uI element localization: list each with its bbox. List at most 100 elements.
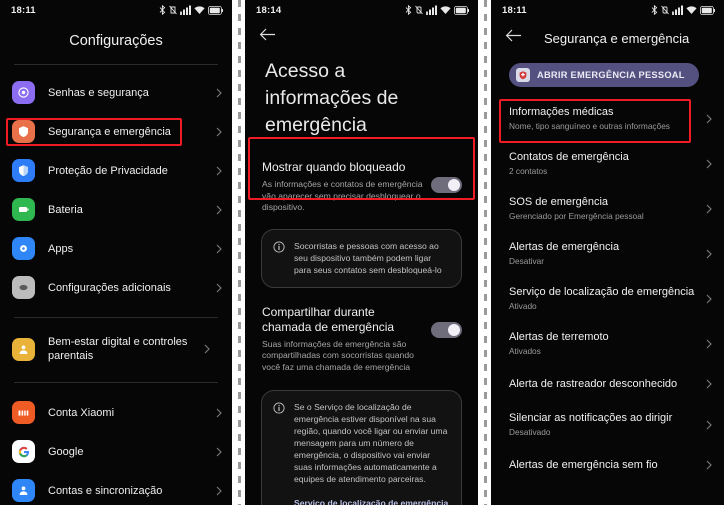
- sidebar-item-apps[interactable]: Apps: [0, 229, 232, 268]
- sidebar-item-label: Proteção de Privacidade: [48, 164, 168, 177]
- phone-screen-settings: 18:11 Configurações Senhas e segurança S…: [0, 0, 232, 505]
- list-item-informacoes-medicas[interactable]: Informações médicas Nome, tipo sanguíneo…: [491, 96, 724, 141]
- sidebar-item-configuracoes-adicionais[interactable]: Configurações adicionais: [0, 268, 232, 307]
- list-item-text: Informações médicas Nome, tipo sanguíneo…: [509, 105, 700, 132]
- list-item-text: Alertas de terremoto Ativados: [509, 330, 700, 357]
- sidebar-item-bateria[interactable]: Bateria: [0, 190, 232, 229]
- info-icon: [273, 240, 285, 276]
- list-item-title: Alertas de terremoto: [509, 331, 609, 343]
- status-clock: 18:14: [256, 4, 282, 16]
- setting-mostrar-quando-bloqueado[interactable]: Mostrar quando bloqueado As informações …: [245, 153, 478, 224]
- battery-icon: [454, 5, 469, 15]
- info-text: Socorristas e pessoas com acesso ao seu …: [294, 240, 442, 275]
- emergency-settings-list: Informações médicas Nome, tipo sanguíneo…: [491, 96, 724, 483]
- settings-group-3: Conta Xiaomi Google Contas e sincronizaç…: [0, 383, 232, 505]
- status-icons: [405, 5, 469, 15]
- list-item-title: Serviço de localização de emergência: [509, 286, 695, 298]
- list-item-title: Alerta de rastreador desconhecido: [509, 378, 678, 390]
- info-box-socorristas: Socorristas e pessoas com acesso ao seu …: [261, 228, 462, 288]
- sidebar-item-conta-xiaomi[interactable]: Conta Xiaomi: [0, 393, 232, 432]
- status-clock: 18:11: [11, 4, 36, 16]
- back-button-panel3[interactable]: [505, 28, 522, 48]
- chevron-right-icon: [216, 88, 222, 98]
- info-body: Se o Serviço de localização de emergênci…: [294, 401, 449, 505]
- list-item-subtitle: Nome, tipo sanguíneo e outras informaçõe…: [509, 121, 670, 131]
- wifi-icon: [686, 5, 697, 15]
- chevron-right-icon: [216, 486, 222, 496]
- info-box-servico-localizacao: Se o Serviço de localização de emergênci…: [261, 390, 462, 505]
- battery-settings-icon: [12, 198, 35, 221]
- list-item-title: Silenciar as notificações ao dirigir: [509, 412, 673, 424]
- wifi-icon: [194, 5, 205, 15]
- chevron-right-icon: [706, 460, 712, 470]
- status-bar-panel1: 18:11: [0, 0, 232, 20]
- toggle-compartilhar-durante-chamada[interactable]: [431, 321, 462, 338]
- phone-screen-safety-emergency: 18:11 Segurança e emergência ABRIR EMERG…: [491, 0, 724, 505]
- chevron-right-icon: [706, 204, 712, 214]
- app-bar-panel3: Segurança e emergência: [491, 20, 724, 54]
- list-item-text: Serviço de localização de emergência Ati…: [509, 285, 700, 312]
- abrir-emergencia-pessoal-label: ABRIR EMERGÊNCIA PESSOAL: [537, 70, 685, 80]
- battery-icon: [208, 5, 223, 15]
- abrir-emergencia-pessoal-button[interactable]: ABRIR EMERGÊNCIA PESSOAL: [509, 63, 699, 87]
- safety-emergency-icon: [12, 120, 35, 143]
- status-icons: [651, 5, 715, 15]
- emergency-location-service-link[interactable]: Serviço de localização de emergência: [294, 498, 449, 505]
- list-item-subtitle: Ativado: [509, 301, 537, 311]
- list-item-title: Alertas de emergência sem fio: [509, 459, 658, 471]
- signal-icon: [426, 5, 437, 15]
- list-item-subtitle: Desativado: [509, 427, 551, 437]
- signal-icon: [180, 5, 191, 15]
- list-item-title: Informações médicas: [509, 106, 614, 118]
- list-item-silenciar-as-notificacoes-ao-dirigir[interactable]: Silenciar as notificações ao dirigir Des…: [491, 402, 724, 447]
- list-item-alerta-de-rastreador-desconhecido[interactable]: Alerta de rastreador desconhecido: [491, 366, 724, 402]
- list-item-alertas-de-terremoto[interactable]: Alertas de terremoto Ativados: [491, 321, 724, 366]
- list-item-alertas-de-emergencia-sem-fio[interactable]: Alertas de emergência sem fio: [491, 447, 724, 483]
- chevron-right-icon: [216, 166, 222, 176]
- bluetooth-icon: [159, 5, 166, 15]
- list-item-text: Contatos de emergência 2 contatos: [509, 150, 700, 177]
- panel-separator-1: [232, 0, 245, 505]
- chevron-right-icon: [216, 408, 222, 418]
- list-item-subtitle: Gerenciado por Emergência pessoal: [509, 211, 644, 221]
- list-item-alertas-de-emergencia[interactable]: Alertas de emergência Desativar: [491, 231, 724, 276]
- status-bar-panel2: 18:14: [245, 0, 478, 20]
- password-security-icon: [12, 81, 35, 104]
- chevron-right-icon: [706, 339, 712, 349]
- info-body: Socorristas e pessoas com acesso ao seu …: [294, 240, 449, 276]
- back-arrow-icon: [259, 27, 478, 42]
- vibrate-icon: [661, 5, 669, 15]
- info-icon: [273, 401, 285, 505]
- status-bar-panel3: 18:11: [491, 0, 724, 20]
- battery-icon: [700, 5, 715, 15]
- toggle-mostrar-quando-bloqueado[interactable]: [431, 177, 462, 193]
- chevron-right-icon: [216, 244, 222, 254]
- sidebar-item-bem-estar-digital[interactable]: Bem-estar digital e controles parentais: [0, 327, 232, 371]
- list-item-text: Alertas de emergência Desativar: [509, 240, 700, 267]
- chevron-right-icon: [706, 114, 712, 124]
- status-icons: [159, 5, 223, 15]
- list-item-servico-de-localizacao-de-emergencia[interactable]: Serviço de localização de emergência Ati…: [491, 276, 724, 321]
- chevron-right-icon: [706, 420, 712, 430]
- sidebar-item-label: Google: [48, 445, 84, 458]
- page-title: Configurações: [69, 33, 163, 49]
- list-item-subtitle: Ativados: [509, 346, 541, 356]
- sidebar-item-senhas-e-seguranca[interactable]: Senhas e segurança: [0, 73, 232, 112]
- list-item-contatos-de-emergencia[interactable]: Contatos de emergência 2 contatos: [491, 141, 724, 186]
- chevron-right-icon: [204, 344, 210, 354]
- list-item-title: Alertas de emergência: [509, 241, 620, 253]
- list-item-sos-de-emergencia[interactable]: SOS de emergência Gerenciado por Emergên…: [491, 186, 724, 231]
- sidebar-item-protecao-de-privacidade[interactable]: Proteção de Privacidade: [0, 151, 232, 190]
- sidebar-item-google[interactable]: Google: [0, 432, 232, 471]
- setting-compartilhar-durante-chamada[interactable]: Compartilhar durante chamada de emergênc…: [245, 288, 478, 384]
- list-item-text: Alertas de emergência sem fio: [509, 458, 700, 472]
- chevron-right-icon: [706, 379, 712, 389]
- back-button-panel2[interactable]: [245, 20, 478, 46]
- sidebar-item-label: Apps: [48, 242, 74, 255]
- chevron-right-icon: [216, 283, 222, 293]
- phone-screen-emergency-info-access: 18:14 Acesso a informações de emergência…: [245, 0, 478, 505]
- vibrate-icon: [169, 5, 177, 15]
- sidebar-item-seguranca-e-emergencia[interactable]: Segurança e emergência: [0, 112, 232, 151]
- setting-description: Suas informações de emergência são compa…: [262, 338, 414, 372]
- sidebar-item-contas-e-sincronizacao[interactable]: Contas e sincronização: [0, 471, 232, 505]
